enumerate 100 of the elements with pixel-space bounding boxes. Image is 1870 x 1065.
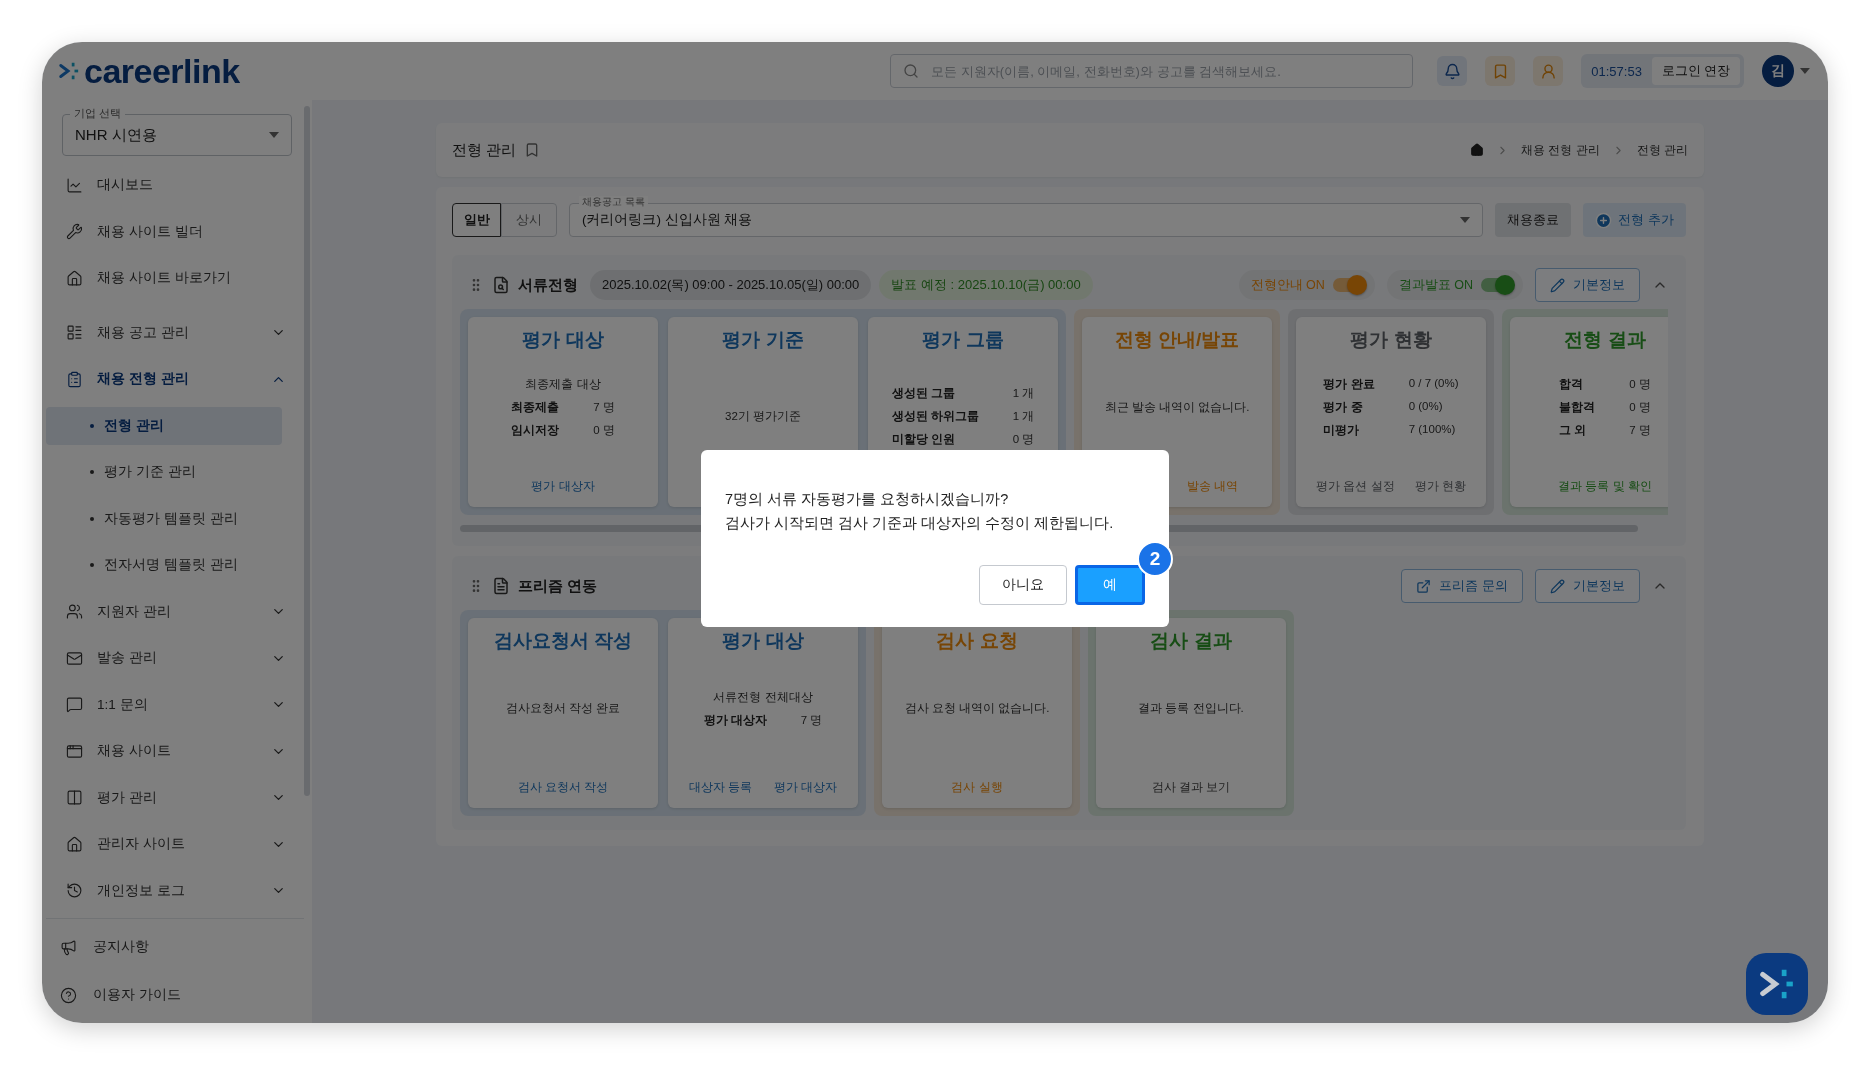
bullet-icon: [90, 423, 94, 428]
history-icon: [66, 882, 83, 900]
document-icon: [492, 577, 510, 595]
external-link-icon: [1416, 578, 1432, 594]
nav-item[interactable]: 채용 전형 관리: [46, 360, 286, 399]
nav-item[interactable]: 지원자 관리: [46, 592, 286, 631]
caret-icon: [1800, 68, 1810, 74]
stat-label: 미할당 인원: [891, 431, 956, 447]
toggle-label: 전형안내 ON: [1250, 276, 1325, 294]
card-title: 평가 현황: [1350, 328, 1432, 352]
card-title: 평가 대상: [522, 328, 604, 352]
card-note: 검사 요청 내역이 없습니다.: [904, 701, 1050, 716]
stage-name: 프리즘 연동: [518, 576, 598, 596]
bookmark-icon[interactable]: [1485, 56, 1516, 86]
chat-icon: [66, 696, 83, 714]
nav-item[interactable]: 대시보드: [46, 166, 286, 205]
outline-button[interactable]: 기본정보: [1535, 268, 1640, 302]
card-link[interactable]: 평가 현황: [1414, 478, 1466, 495]
bell-icon[interactable]: [1437, 56, 1468, 86]
outline-button[interactable]: 프리즘 문의: [1401, 569, 1523, 603]
card-link[interactable]: 평가 대상자: [531, 478, 595, 495]
stat-value: 0 명: [1629, 400, 1651, 415]
add-stage-button[interactable]: 전형 추가: [1583, 203, 1686, 237]
card-title: 전형 결과: [1564, 328, 1646, 352]
card-note: 최근 발송 내역이 없습니다.: [1104, 400, 1250, 415]
stat-label: 합격: [1559, 377, 1585, 392]
stat-value: 0 (0%): [1408, 400, 1444, 414]
nav-item[interactable]: 채용 사이트: [46, 732, 286, 771]
nav-item[interactable]: 개인정보 로그: [46, 871, 286, 910]
card-subtitle: 서류전형 전체대상: [713, 689, 813, 705]
card-title: 검사 결과: [1150, 629, 1232, 653]
stat-label: 미평가: [1323, 423, 1361, 438]
stat-label: 불합격: [1559, 400, 1596, 415]
nav-subitem[interactable]: 자동평가 템플릿 관리: [46, 499, 282, 538]
bullet-icon: [90, 470, 94, 475]
user-icon[interactable]: [1533, 56, 1564, 86]
card-title: 검사 요청: [936, 629, 1018, 653]
wrench-icon: [66, 223, 83, 241]
toggle-label: 결과발표 ON: [1398, 276, 1473, 294]
pencil-icon: [1550, 578, 1565, 594]
nav-item[interactable]: 이용자 가이드: [46, 975, 304, 1015]
nav-item[interactable]: 채용 사이트 빌더: [46, 212, 286, 251]
card-note: 결과 등록 전입니다.: [1138, 701, 1244, 716]
stat-value: 1 개: [1012, 385, 1035, 401]
stat-label: 그 외: [1559, 423, 1588, 438]
outline-button[interactable]: 기본정보: [1535, 569, 1640, 603]
stat-label: 평가 중: [1323, 400, 1364, 415]
confirm-button[interactable]: 예: [1075, 564, 1145, 605]
step-badge: 2: [1137, 540, 1173, 577]
card-link[interactable]: 대상자 등록: [688, 779, 753, 796]
stat-label: 생성된 하위그룹: [891, 408, 979, 424]
nav-item[interactable]: 발송 관리: [46, 639, 286, 678]
columns-icon: [66, 789, 83, 807]
card-link[interactable]: 결과 등록 및 확인: [1558, 478, 1652, 495]
card-title: 평가 그룹: [922, 328, 1004, 352]
stat-label: 평가 완료: [1323, 377, 1375, 392]
card-note: 검사요청서 작성 완료: [505, 701, 621, 716]
nav-subitem[interactable]: 평가 기준 관리: [46, 453, 282, 492]
pencil-icon: [1550, 277, 1565, 293]
breadcrumb-item[interactable]: 전형 관리: [1636, 141, 1688, 159]
stat-value: 7 (100%): [1408, 423, 1457, 437]
user-avatar[interactable]: 김: [1762, 55, 1795, 87]
stat-value: 0 명: [1012, 431, 1035, 447]
extend-login-button[interactable]: 로그인 연장: [1651, 57, 1741, 85]
nav-subitem[interactable]: 전자서명 템플릿 관리: [46, 546, 282, 585]
card-title: 평가 기준: [722, 328, 804, 352]
document-search-icon: [492, 276, 510, 294]
stat-value: 0 명: [1629, 377, 1651, 392]
list-icon: [66, 324, 83, 342]
card-link[interactable]: 평가 옵션 설정: [1316, 478, 1395, 495]
nav-item[interactable]: 평가 관리: [46, 778, 286, 817]
floating-action-button[interactable]: [1746, 953, 1808, 1015]
stat-label: 임시저장: [511, 423, 560, 438]
field-label: 채용공고 목록: [579, 196, 648, 209]
page-title: 전형 관리: [452, 140, 517, 160]
caret-icon: [269, 132, 279, 138]
cancel-button[interactable]: 아니요: [979, 564, 1067, 605]
bullet-icon: [90, 563, 94, 568]
nav-item[interactable]: 1:1 문의: [46, 685, 286, 724]
nav-item[interactable]: 공지사항: [46, 927, 304, 967]
logo-text: careerlink: [84, 51, 240, 91]
stat-value: 0 / 7 (0%): [1408, 377, 1459, 391]
breadcrumb-item[interactable]: 채용 전형 관리: [1521, 141, 1600, 159]
card-title: 평가 대상: [722, 629, 804, 653]
announce-pill: 발표 예정 : 2025.10.10(금) 00:00: [879, 270, 1093, 300]
plus-circle-icon: [1595, 211, 1613, 229]
card-title: 검사요청서 작성: [493, 629, 633, 653]
card-link[interactable]: 평가 대상자: [773, 779, 838, 796]
type-tab[interactable]: 일반: [452, 203, 501, 237]
users-icon: [66, 603, 83, 621]
card-link[interactable]: 검사 요청서 작성: [517, 779, 609, 796]
nav-subitem[interactable]: 전형 관리: [46, 406, 282, 445]
close-hiring-button[interactable]: 채용종료: [1495, 203, 1572, 237]
card-link[interactable]: 검사 결과 보기: [1151, 779, 1231, 796]
house-icon: [66, 835, 83, 853]
home-icon[interactable]: [1470, 143, 1484, 157]
nav-item[interactable]: 관리자 사이트: [46, 825, 286, 864]
type-tab[interactable]: 상시: [501, 203, 557, 237]
nav-item[interactable]: 채용 공고 관리: [46, 313, 286, 352]
nav-item[interactable]: 채용 사이트 바로가기: [46, 259, 286, 298]
